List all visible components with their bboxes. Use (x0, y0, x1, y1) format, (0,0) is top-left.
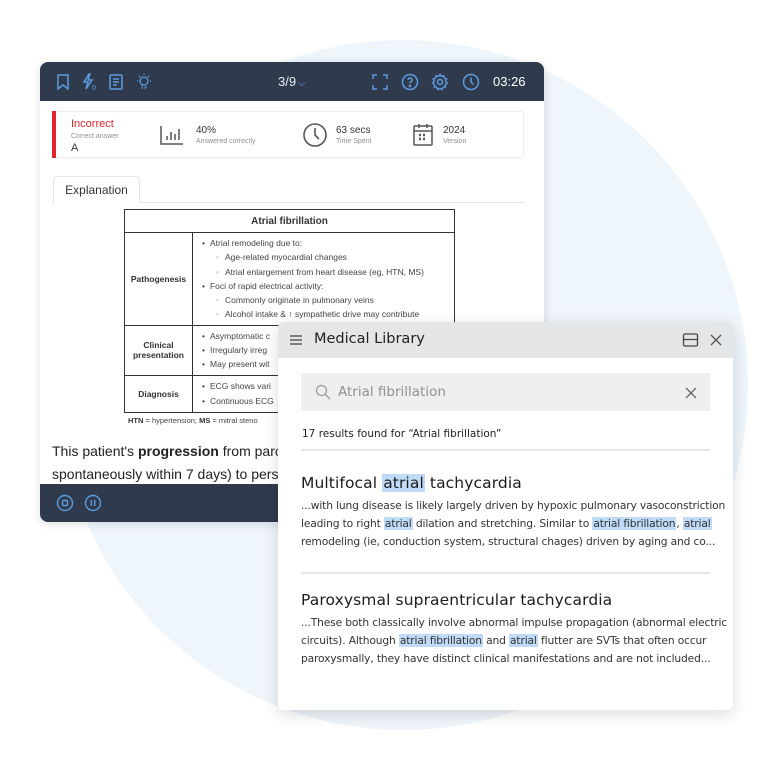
medical-library-panel: Medical Library 17 results found for “At… (278, 322, 733, 710)
calendar-icon (412, 122, 434, 153)
table-row: Pathogenesis Atrial remodeling due to: A… (124, 232, 455, 326)
version-label: Version (443, 138, 467, 145)
bookmark-icon[interactable] (53, 72, 73, 92)
search-highlight: atrial (509, 634, 538, 647)
status-label: Incorrect (71, 118, 114, 130)
notebook-icon[interactable] (106, 72, 126, 92)
text-segment: paroxysmally, they have distinct clinica… (301, 652, 711, 665)
list-item: Foci of rapid electrical activity: (202, 279, 450, 293)
question-counter[interactable]: 3/9 ⌵ (278, 74, 306, 89)
snippet-line: circuits). Although atrial fibrillation … (301, 632, 713, 650)
percent-correct-label: Answered correctly (196, 138, 256, 145)
divider (301, 572, 710, 574)
correct-answer-value: A (71, 142, 79, 154)
clock-icon (461, 72, 481, 92)
stop-icon[interactable] (56, 494, 74, 512)
help-icon[interactable] (400, 72, 420, 92)
correct-answer-label: Correct answer (71, 133, 119, 140)
flash-card-icon[interactable]: 0 (80, 72, 100, 92)
list-item: Commonly originate in pulmonary veins (202, 293, 450, 307)
list-item: Atrial enlargement from heart disease (e… (202, 265, 450, 279)
list-item: Atrial remodeling due to: (202, 236, 450, 250)
snippet-line: ...These both classically involve abnorm… (301, 614, 727, 632)
search-highlight: atrial (682, 517, 712, 530)
list-item: Alcohol intake & ↑ sympathetic drive may… (202, 307, 450, 321)
table-title: Atrial fibrillation (124, 209, 455, 233)
search-input[interactable] (338, 381, 668, 403)
search-highlight: atrial fibrillation (592, 517, 677, 530)
text-segment: circuits). Although (301, 634, 399, 647)
result-summary: Incorrect Correct answer A 40% Answered … (52, 111, 524, 158)
table-footnote: HTN = hypertension; MS = mitral steno (128, 416, 258, 425)
row-header: Clinical presentation (124, 324, 193, 376)
search-highlight: atrial (382, 474, 425, 492)
incorrect-indicator (52, 111, 56, 158)
text-segment: Paroxysmal supraentricular tachycardia (301, 591, 613, 609)
bar-chart-icon (159, 124, 185, 151)
svg-text:0: 0 (92, 85, 96, 92)
percent-correct-value: 40% (196, 125, 217, 136)
search-icon (315, 384, 331, 400)
text-segment: ...with lung disease is likely largely d… (301, 499, 726, 512)
menu-icon[interactable] (288, 332, 304, 348)
row-header: Diagnosis (124, 374, 193, 413)
search-highlight: atrial (383, 517, 413, 530)
result-title[interactable]: Multifocal atrial tachycardia (301, 474, 713, 492)
tab-explanation[interactable]: Explanation (53, 176, 140, 203)
result-snippet: ...with lung disease is likely largely d… (301, 497, 725, 551)
text-segment: tachycardia (424, 474, 522, 492)
timer: 03:26 (493, 74, 526, 89)
pause-icon[interactable] (84, 494, 102, 512)
list-item: Age-related myocardial changes (202, 250, 450, 264)
text-segment: leading to right (301, 517, 384, 530)
time-spent-label: Time Spent (336, 138, 372, 145)
clear-search-icon[interactable] (684, 385, 698, 399)
text-segment: dilation and stretching. Similar to (412, 517, 593, 530)
text-segment: , (676, 517, 683, 530)
library-search-box (301, 373, 710, 411)
search-result[interactable]: Multifocal atrial tachycardia ...with lu… (301, 474, 725, 551)
row-header: Pathogenesis (124, 232, 193, 326)
text-segment: flutter are SVTs that often occur (537, 634, 707, 647)
text-segment: and (482, 634, 510, 647)
top-toolbar: 0 3/9 ⌵ 03:26 (40, 62, 544, 101)
fullscreen-icon[interactable] (370, 72, 390, 92)
text-segment: remodeling (ie, conduction system, struc… (301, 535, 716, 548)
lightbulb-icon[interactable] (134, 72, 154, 92)
snippet-line: ...with lung disease is likely largely d… (301, 497, 725, 515)
text-segment: Multifocal (301, 474, 383, 492)
result-title[interactable]: Paroxysmal supraentricular tachycardia (301, 591, 713, 609)
snippet-line: remodeling (ie, conduction system, struc… (301, 533, 716, 551)
search-highlight: atrial fibrillation (398, 634, 483, 647)
library-title: Medical Library (314, 331, 425, 347)
settings-icon[interactable] (430, 72, 450, 92)
search-result[interactable]: Paroxysmal supraentricular tachycardia .… (301, 591, 727, 668)
dock-panel-icon[interactable] (682, 332, 699, 348)
version-value: 2024 (443, 125, 466, 136)
snippet-line: leading to right atrial dilation and str… (301, 515, 713, 533)
tab-divider (139, 202, 525, 203)
divider (301, 449, 710, 451)
clock-icon (302, 122, 328, 153)
library-header: Medical Library (278, 322, 733, 358)
time-spent-value: 63 secs (336, 125, 371, 136)
result-snippet: ...These both classically involve abnorm… (301, 614, 727, 668)
close-icon[interactable] (708, 332, 724, 348)
results-count: 17 results found for “Atrial fibrillatio… (302, 428, 502, 440)
snippet-line: paroxysmally, they have distinct clinica… (301, 650, 713, 668)
text-segment: ...These both classically involve abnorm… (301, 616, 728, 629)
